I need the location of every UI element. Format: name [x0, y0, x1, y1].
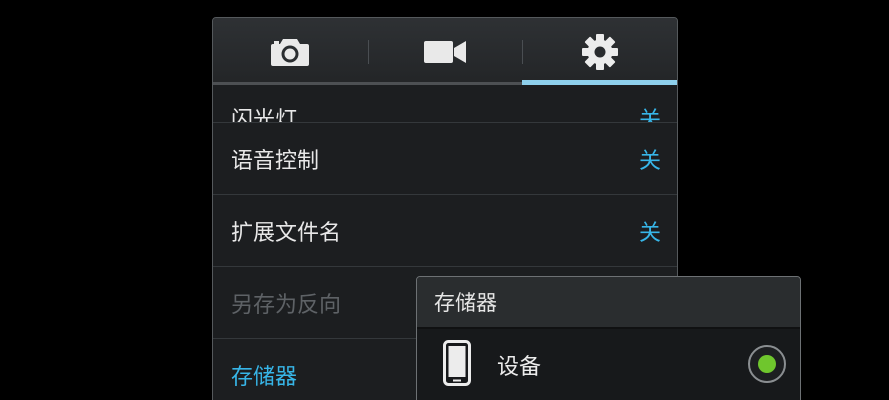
radio-dot [758, 355, 776, 373]
mode-tab-bar [213, 18, 677, 85]
tab-underline-active [522, 80, 677, 85]
setting-row-extended-filename[interactable]: 扩展文件名 关 [213, 195, 677, 267]
setting-label: 另存为反向 [231, 292, 342, 318]
tab-video[interactable] [367, 18, 523, 85]
setting-label: 扩展文件名 [231, 220, 342, 246]
setting-value: 关 [638, 148, 661, 174]
tab-underline [213, 82, 368, 85]
setting-row-voice-control[interactable]: 语音控制 关 [213, 123, 677, 195]
gear-icon [581, 33, 618, 70]
tab-camera[interactable] [213, 18, 368, 85]
radio-button-selected[interactable] [748, 345, 786, 383]
popup-title: 存储器 [417, 277, 800, 329]
setting-row-flash[interactable]: 闪光灯 关 [213, 85, 677, 123]
setting-label: 闪光灯 [231, 108, 298, 123]
storage-option-device[interactable]: 设备 [417, 329, 800, 400]
phone-device-icon [443, 340, 471, 386]
option-label: 设备 [497, 355, 542, 380]
storage-popup: 存储器 设备 [416, 276, 801, 400]
setting-value: 关 [638, 108, 661, 123]
camera-icon [271, 38, 310, 66]
tab-settings[interactable] [522, 18, 677, 85]
tab-underline [367, 82, 523, 85]
setting-value: 关 [638, 220, 661, 246]
setting-label: 存储器 [231, 364, 298, 390]
video-camera-icon [424, 40, 466, 63]
setting-label: 语音控制 [231, 148, 320, 174]
